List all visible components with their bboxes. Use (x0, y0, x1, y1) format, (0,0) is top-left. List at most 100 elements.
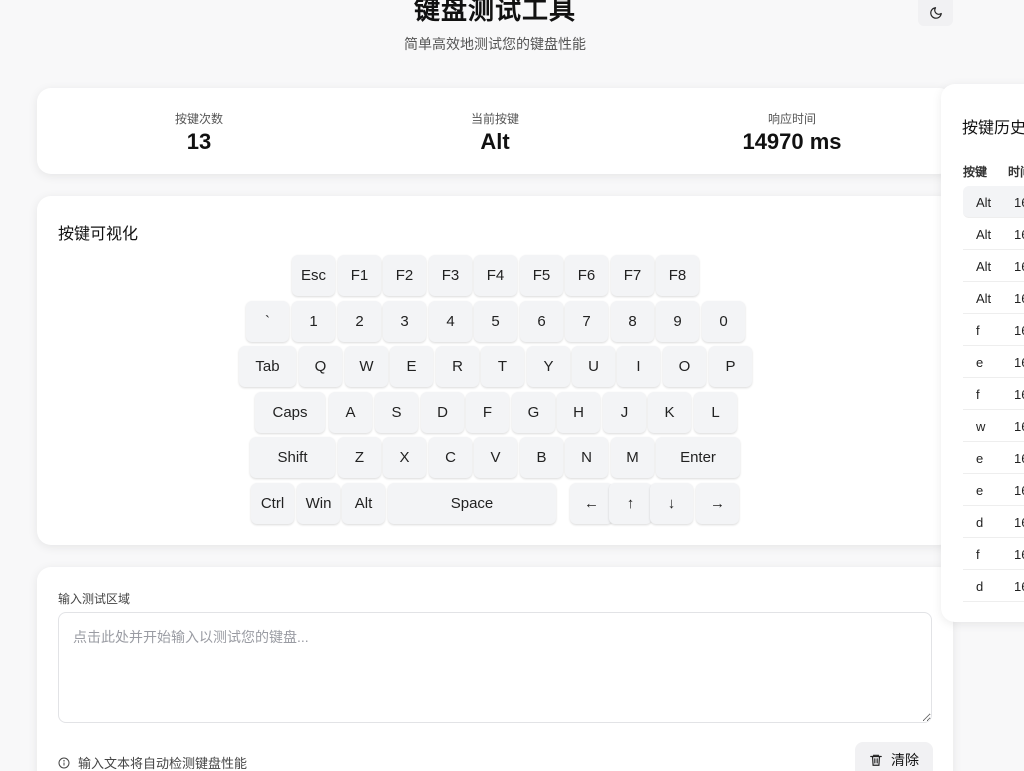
key-`: ` (246, 301, 289, 342)
history-title: 按键历史 (962, 120, 1024, 137)
key-s: S (375, 392, 418, 433)
history-time: 16 (1014, 515, 1024, 530)
key-q: Q (299, 346, 342, 387)
theme-toggle-button[interactable] (918, 0, 953, 26)
history-time: 16 (1014, 451, 1024, 466)
history-key: Alt (976, 227, 992, 242)
stat-label: 当前按键 (470, 112, 519, 126)
test-input-textarea[interactable] (58, 612, 932, 723)
key-f7: F7 (611, 255, 654, 296)
history-row: Alt 16 (963, 282, 1024, 314)
key-z: Z (338, 437, 381, 478)
key-i: I (617, 346, 660, 387)
history-key: f (976, 387, 980, 402)
history-column-time: 时间 (1008, 165, 1024, 179)
history-row: Alt 16 (963, 186, 1024, 218)
key-m: M (611, 437, 654, 478)
history-row: Alt 16 (963, 250, 1024, 282)
history-key: e (976, 483, 984, 498)
history-row: e 16 (963, 474, 1024, 506)
moon-icon (929, 7, 942, 19)
history-time: 16 (1014, 355, 1024, 370)
key-f4: F4 (474, 255, 517, 296)
key-↑: ↑ (609, 483, 652, 524)
key-tab: Tab (239, 346, 296, 387)
key-2: 2 (338, 301, 381, 342)
key-w: W (345, 346, 388, 387)
key-e: E (390, 346, 433, 387)
history-key: Alt (976, 291, 992, 306)
stat-value: 14970 ms (742, 129, 842, 154)
history-time: 16 (1014, 291, 1024, 306)
history-row: f 16 (963, 538, 1024, 570)
key-f1: F1 (338, 255, 381, 296)
input-hint-text: 输入文本将自动检测键盘性能 (78, 756, 248, 771)
clear-button[interactable]: 清除 (855, 742, 933, 771)
history-panel: 按键历史 按键 时间 Alt 16 Alt 16 Alt 16 Alt 16 f 16 e 16 f 16… (941, 84, 1024, 622)
stat-response-time: 响应时间 14970 ms (642, 110, 942, 155)
history-row: f 16 (963, 378, 1024, 410)
stat-label: 按键次数 (174, 112, 223, 126)
history-time: 16 (1014, 195, 1024, 210)
key-1: 1 (292, 301, 335, 342)
history-key: f (976, 323, 980, 338)
keyboard-title: 按键可视化 (58, 226, 139, 243)
clear-button-label: 清除 (891, 752, 919, 768)
key-3: 3 (383, 301, 426, 342)
history-key: d (976, 579, 984, 594)
key-y: Y (527, 346, 570, 387)
key-a: A (329, 392, 372, 433)
trash-icon (870, 754, 882, 766)
key-↓: ↓ (650, 483, 693, 524)
keyboard-card: 按键可视化 Esc F1 F2 F3 F4 F5 F6 F7 F8 ` 1 2 3 4 5 6 7 8 9 0 Tab Q… (37, 196, 953, 545)
key-9: 9 (656, 301, 699, 342)
key-shift: Shift (250, 437, 335, 478)
history-time: 16 (1014, 579, 1024, 594)
key-f5: F5 (520, 255, 563, 296)
key-l: L (694, 392, 737, 433)
key-←: ← (570, 483, 613, 524)
key-k: K (648, 392, 691, 433)
key-→: → (696, 483, 739, 524)
history-row: d 16 (963, 506, 1024, 538)
key-v: V (474, 437, 517, 478)
history-key: e (976, 451, 984, 466)
key-x: X (383, 437, 426, 478)
key-5: 5 (474, 301, 517, 342)
key-h: H (557, 392, 600, 433)
info-icon (58, 757, 70, 768)
key-u: U (572, 346, 615, 387)
key-f2: F2 (383, 255, 426, 296)
key-o: O (663, 346, 706, 387)
history-time: 16 (1014, 387, 1024, 402)
key-r: R (436, 346, 479, 387)
history-time: 16 (1014, 483, 1024, 498)
history-time: 16 (1014, 259, 1024, 274)
key-8: 8 (611, 301, 654, 342)
key-alt: Alt (342, 483, 385, 524)
key-f6: F6 (565, 255, 608, 296)
input-label: 输入测试区域 (58, 592, 131, 606)
history-row: f 16 (963, 314, 1024, 346)
stats-card: 按键次数 13 当前按键 Alt 响应时间 14970 ms (37, 88, 953, 174)
key-f3: F3 (429, 255, 472, 296)
history-row: Alt 16 (963, 218, 1024, 250)
key-f: F (466, 392, 509, 433)
page-subtitle: 简单高效地测试您的键盘性能 (404, 36, 586, 52)
stat-label: 响应时间 (767, 112, 816, 126)
key-4: 4 (429, 301, 472, 342)
key-ctrl: Ctrl (251, 483, 294, 524)
stat-current-key: 当前按键 Alt (345, 110, 645, 155)
history-row: e 16 (963, 442, 1024, 474)
history-key: Alt (976, 195, 992, 210)
history-key: f (976, 547, 980, 562)
stat-key-count: 按键次数 13 (49, 110, 349, 155)
stat-value: 13 (186, 129, 212, 154)
input-card: 输入测试区域 输入文本将自动检测键盘性能 清除 (37, 567, 953, 771)
key-p: P (709, 346, 752, 387)
key-j: J (603, 392, 646, 433)
history-row: e 16 (963, 346, 1024, 378)
key-b: B (520, 437, 563, 478)
history-key: w (976, 419, 986, 434)
key-n: N (565, 437, 608, 478)
